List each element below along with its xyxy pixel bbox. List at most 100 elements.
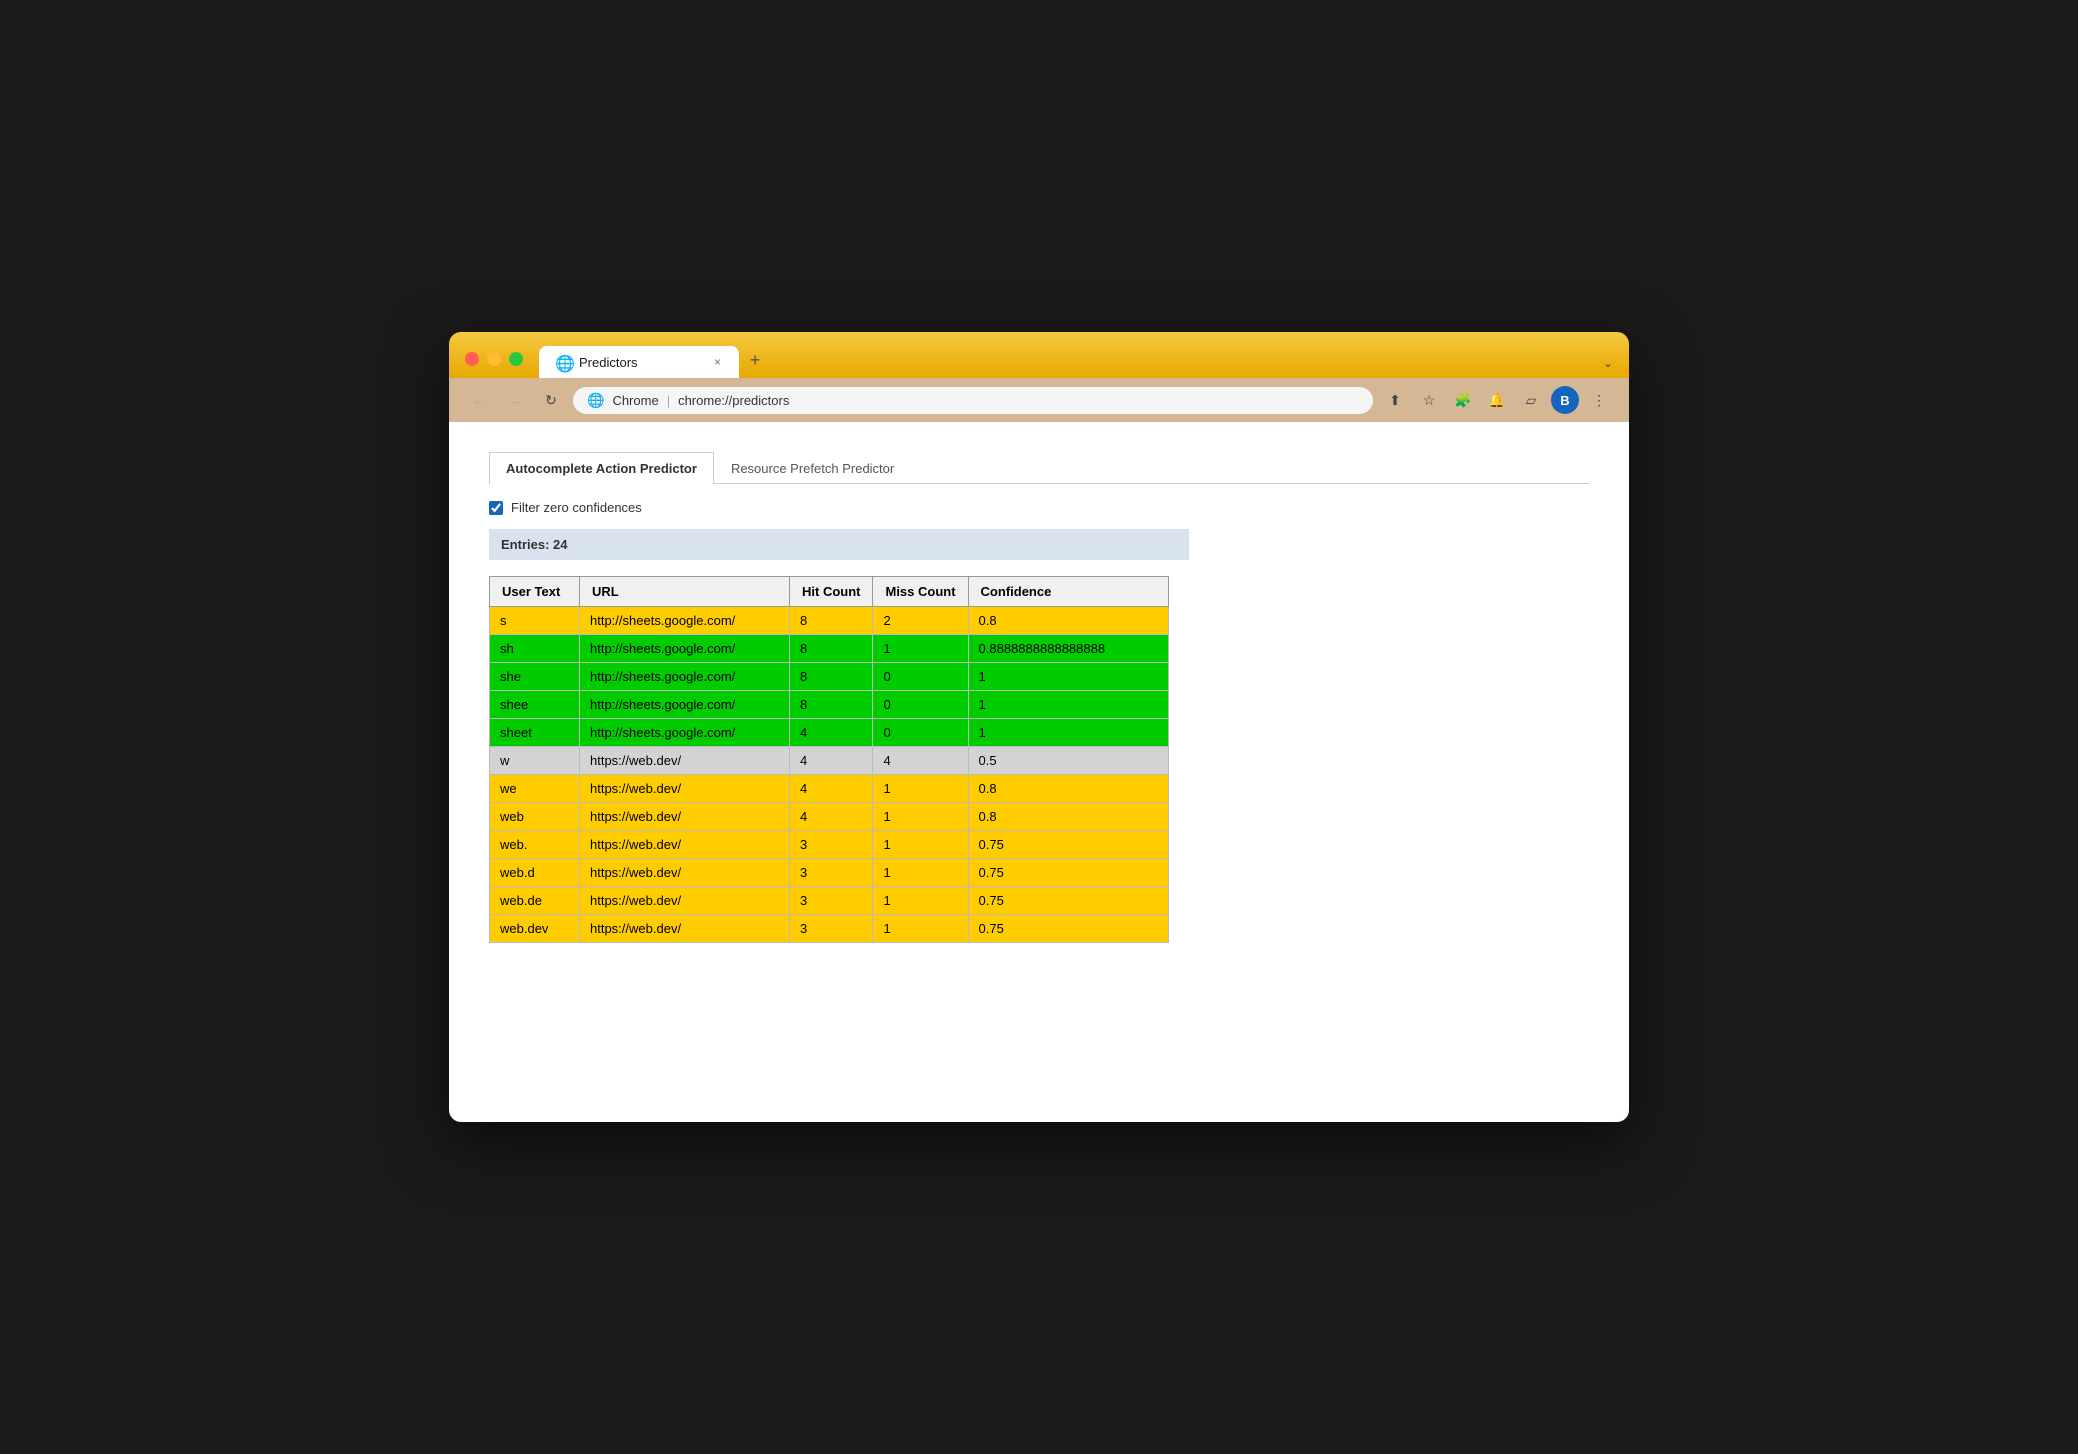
url-cell: https://web.dev/: [580, 747, 790, 775]
tab-close-button[interactable]: ×: [712, 355, 723, 369]
user-text-cell: shee: [490, 691, 580, 719]
address-bar[interactable]: 🌐 Chrome | chrome://predictors: [573, 387, 1373, 414]
miss-count-cell: 1: [873, 831, 968, 859]
table-row: web.devhttps://web.dev/310.75: [490, 915, 1169, 943]
notifications-button[interactable]: 🔔: [1483, 386, 1511, 414]
confidence-cell: 0.8: [968, 803, 1168, 831]
user-text-cell: web: [490, 803, 580, 831]
toolbar-actions: ⬆ ☆ 🧩 🔔 ▱ B ⋮: [1381, 386, 1613, 414]
filter-zero-confidences-checkbox[interactable]: [489, 501, 503, 515]
user-text-cell: web.d: [490, 859, 580, 887]
active-tab[interactable]: 🌐 Predictors ×: [539, 346, 739, 378]
confidence-cell: 1: [968, 663, 1168, 691]
filter-label[interactable]: Filter zero confidences: [511, 500, 642, 515]
bookmark-button[interactable]: ☆: [1415, 386, 1443, 414]
tab-favicon: 🌐: [555, 354, 571, 370]
user-text-cell: she: [490, 663, 580, 691]
user-text-cell: web.dev: [490, 915, 580, 943]
maximize-button[interactable]: [509, 352, 523, 366]
hit-count-cell: 3: [790, 859, 873, 887]
table-row: web.dhttps://web.dev/310.75: [490, 859, 1169, 887]
entries-bar: Entries: 24: [489, 529, 1189, 560]
miss-count-cell: 0: [873, 719, 968, 747]
table-row: webhttps://web.dev/410.8: [490, 803, 1169, 831]
split-view-button[interactable]: ▱: [1517, 386, 1545, 414]
address-text: chrome://predictors: [678, 393, 1359, 408]
hit-count-cell: 8: [790, 607, 873, 635]
table-row: whttps://web.dev/440.5: [490, 747, 1169, 775]
user-text-cell: web.de: [490, 887, 580, 915]
confidence-cell: 0.8: [968, 607, 1168, 635]
confidence-cell: 1: [968, 691, 1168, 719]
table-row: sheethttp://sheets.google.com/401: [490, 719, 1169, 747]
col-header-usertext: User Text: [490, 577, 580, 607]
table-row: sheehttp://sheets.google.com/801: [490, 691, 1169, 719]
url-cell: https://web.dev/: [580, 915, 790, 943]
user-text-cell: sh: [490, 635, 580, 663]
share-button[interactable]: ⬆: [1381, 386, 1409, 414]
confidence-cell: 0.75: [968, 831, 1168, 859]
url-cell: http://sheets.google.com/: [580, 607, 790, 635]
browser-window: 🌐 Predictors × + ⌄ ← → ↻ 🌐 Chrome | chro…: [449, 332, 1629, 1122]
tab-right-controls: ⌄: [1603, 356, 1613, 378]
url-cell: https://web.dev/: [580, 887, 790, 915]
url-cell: http://sheets.google.com/: [580, 635, 790, 663]
user-text-cell: s: [490, 607, 580, 635]
extensions-button[interactable]: 🧩: [1449, 386, 1477, 414]
hit-count-cell: 3: [790, 915, 873, 943]
toolbar: ← → ↻ 🌐 Chrome | chrome://predictors ⬆ ☆…: [449, 378, 1629, 422]
predictors-table: User Text URL Hit Count Miss Count Confi…: [489, 576, 1169, 943]
page-tabs: Autocomplete Action Predictor Resource P…: [489, 452, 1589, 484]
col-header-url: URL: [580, 577, 790, 607]
col-header-misscount: Miss Count: [873, 577, 968, 607]
hit-count-cell: 4: [790, 775, 873, 803]
url-cell: http://sheets.google.com/: [580, 719, 790, 747]
new-tab-button[interactable]: +: [739, 344, 771, 376]
minimize-button[interactable]: [487, 352, 501, 366]
table-row: shhttp://sheets.google.com/810.888888888…: [490, 635, 1169, 663]
close-button[interactable]: [465, 352, 479, 366]
profile-button[interactable]: B: [1551, 386, 1579, 414]
reload-button[interactable]: ↻: [537, 386, 565, 414]
title-bar: 🌐 Predictors × + ⌄: [449, 332, 1629, 378]
miss-count-cell: 1: [873, 775, 968, 803]
miss-count-cell: 0: [873, 663, 968, 691]
page-content: Autocomplete Action Predictor Resource P…: [449, 422, 1629, 1122]
filter-row: Filter zero confidences: [489, 500, 1589, 515]
miss-count-cell: 0: [873, 691, 968, 719]
miss-count-cell: 4: [873, 747, 968, 775]
back-button[interactable]: ←: [465, 386, 493, 414]
hit-count-cell: 8: [790, 635, 873, 663]
entries-count: Entries: 24: [501, 537, 567, 552]
confidence-cell: 0.75: [968, 887, 1168, 915]
url-cell: https://web.dev/: [580, 831, 790, 859]
confidence-cell: 0.8: [968, 775, 1168, 803]
hit-count-cell: 8: [790, 691, 873, 719]
confidence-cell: 1: [968, 719, 1168, 747]
miss-count-cell: 1: [873, 635, 968, 663]
address-separator: |: [667, 393, 670, 408]
hit-count-cell: 4: [790, 719, 873, 747]
chrome-label: Chrome: [612, 393, 658, 408]
chevron-down-icon[interactable]: ⌄: [1603, 356, 1613, 370]
url-cell: https://web.dev/: [580, 775, 790, 803]
forward-button[interactable]: →: [501, 386, 529, 414]
miss-count-cell: 1: [873, 915, 968, 943]
user-text-cell: we: [490, 775, 580, 803]
hit-count-cell: 8: [790, 663, 873, 691]
user-text-cell: w: [490, 747, 580, 775]
tab-resource-prefetch[interactable]: Resource Prefetch Predictor: [714, 452, 911, 484]
table-row: web.https://web.dev/310.75: [490, 831, 1169, 859]
url-cell: https://web.dev/: [580, 803, 790, 831]
tab-autocomplete[interactable]: Autocomplete Action Predictor: [489, 452, 714, 484]
table-row: web.dehttps://web.dev/310.75: [490, 887, 1169, 915]
hit-count-cell: 3: [790, 831, 873, 859]
traffic-lights: [465, 352, 523, 378]
table-header: User Text URL Hit Count Miss Count Confi…: [490, 577, 1169, 607]
menu-button[interactable]: ⋮: [1585, 386, 1613, 414]
col-header-hitcount: Hit Count: [790, 577, 873, 607]
tab-title: Predictors: [579, 355, 704, 370]
confidence-cell: 0.5: [968, 747, 1168, 775]
miss-count-cell: 1: [873, 887, 968, 915]
tab-area: 🌐 Predictors × +: [539, 344, 771, 378]
